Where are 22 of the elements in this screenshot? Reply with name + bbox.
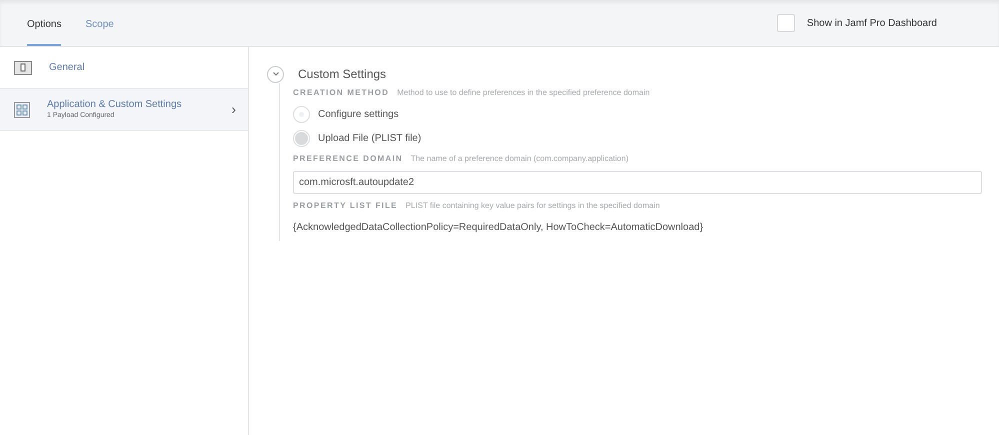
chevron: › <box>231 100 236 119</box>
checkbox[interactable] <box>776 14 795 32</box>
grid-icon <box>14 102 30 118</box>
section-title: Custom Settings <box>298 66 386 83</box>
checkbox-label: Show in Jamf Pro Dashboard <box>806 16 937 30</box>
field-label: PROPERTY LIST FILE <box>293 200 398 212</box>
plist-value: {AcknowledgedDataCollectionPolicy=RequiredDataOnly, HowToCheck=AutomaticDownload} <box>293 221 704 235</box>
field-label: PREFERENCE DOMAIN <box>293 153 403 165</box>
sidebar-item-title: Application & Custom Settings <box>47 99 182 111</box>
field-hint: Method to use to define preferences in the specified preference domain <box>397 87 650 99</box>
field-hint: The name of a preference domain (com.company.application) <box>410 153 628 165</box>
radio-button[interactable] <box>293 106 310 123</box>
switch-icon <box>14 60 32 74</box>
radio-button[interactable] <box>293 130 310 147</box>
input-field[interactable]: com.microsft.autoupdate2 <box>293 171 982 194</box>
field-label: CREATION METHOD <box>293 87 390 99</box>
chevron-icon <box>272 72 278 76</box>
radio-label: Configure settings <box>318 108 399 122</box>
radio-label: Upload File (PLIST file) <box>318 132 422 146</box>
sidebar-item-title: General <box>49 62 85 74</box>
collapse-toggle[interactable] <box>267 66 284 82</box>
field-hint: PLIST file containing key value pairs for settings in the specified domain <box>406 200 660 212</box>
